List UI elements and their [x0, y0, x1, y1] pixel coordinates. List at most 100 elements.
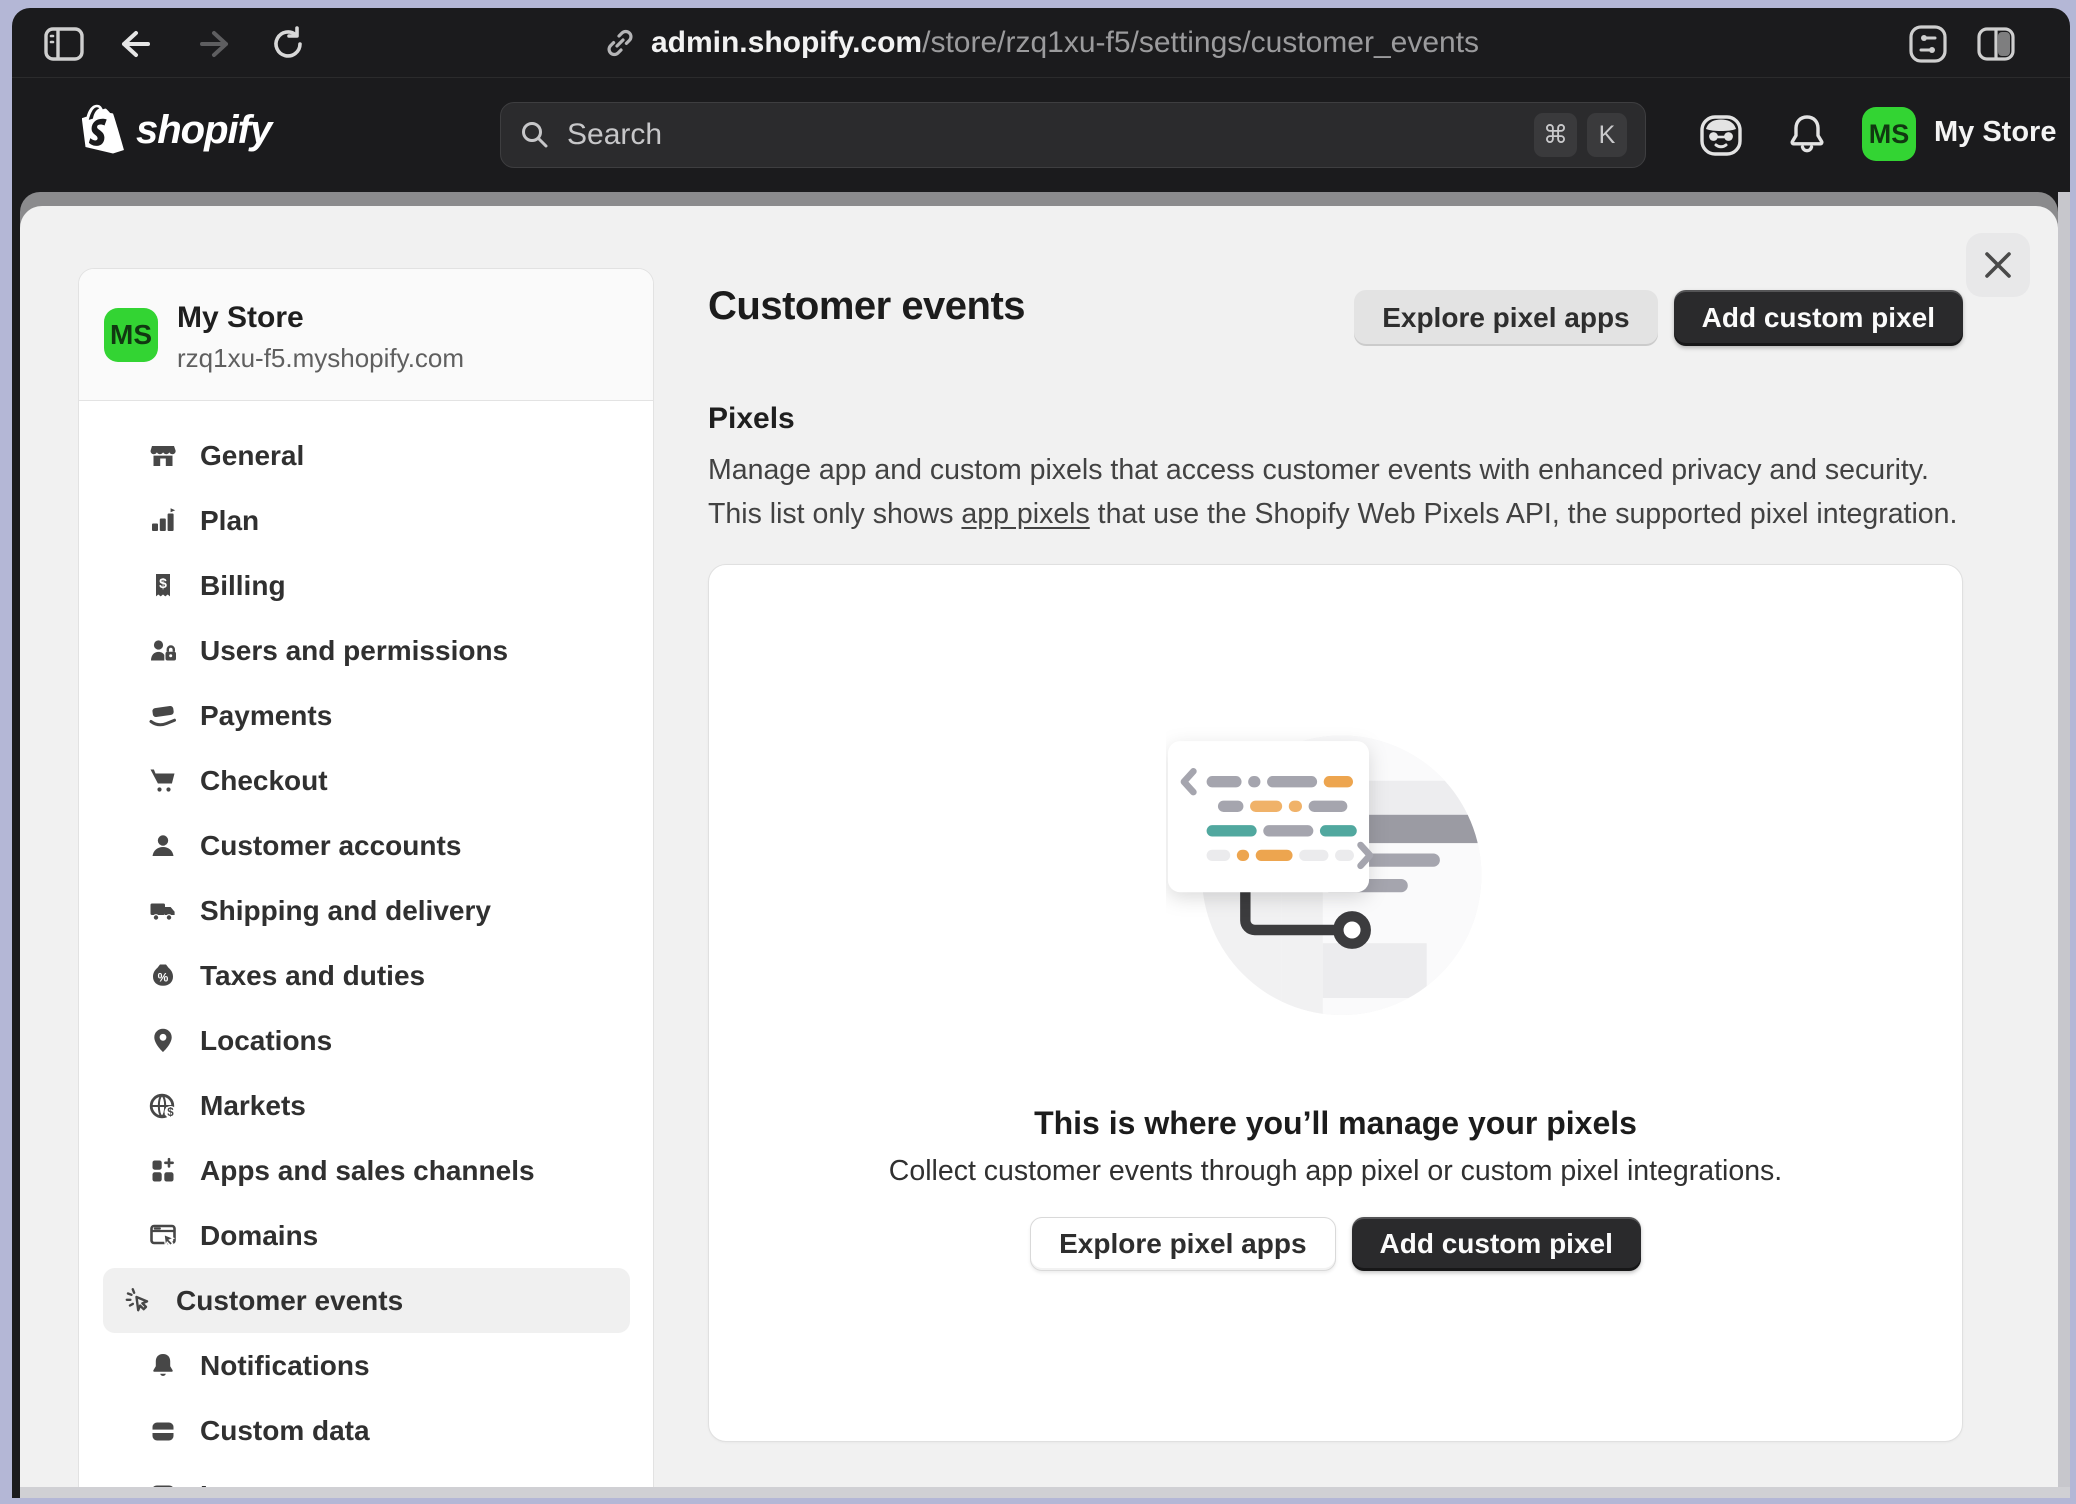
sidebar-item-customer-events[interactable]: Customer events — [103, 1268, 630, 1333]
sidebar-item-taxes-and-duties[interactable]: % Taxes and duties — [103, 943, 630, 1008]
empty-state-subtext: Collect customer events through app pixe… — [709, 1155, 1962, 1188]
browser-url-row: admin.shopify.com/store/rzq1xu-f5/settin… — [12, 8, 2070, 78]
customer-events-page: Customer events Explore pixel apps Add c… — [708, 206, 1963, 1498]
close-button[interactable] — [1966, 233, 2030, 297]
sidebar-item-label: Apps and sales channels — [200, 1155, 535, 1187]
explore-pixel-apps-button[interactable]: Explore pixel apps — [1354, 290, 1657, 346]
sidebar-item-label: General — [200, 440, 304, 472]
domain-window-icon — [148, 1221, 178, 1251]
empty-state-heading: This is where you’ll manage your pixels — [709, 1105, 1962, 1142]
bell-icon — [148, 1351, 178, 1381]
sidebar-item-label: Customer accounts — [200, 830, 461, 862]
admin-topbar: shopify Search ⌘ K MS My Store — [12, 78, 2070, 192]
sidebar-item-label: Taxes and duties — [200, 960, 425, 992]
sidebar-store-header[interactable]: MS My Store rzq1xu-f5.myshopify.com — [79, 269, 653, 401]
sidebar-item-checkout[interactable]: Checkout — [103, 748, 630, 813]
store-avatar[interactable]: MS — [1862, 107, 1916, 161]
cursor-click-icon — [124, 1286, 154, 1316]
sidebar-item-shipping-and-delivery[interactable]: Shipping and delivery — [103, 878, 630, 943]
settings-nav: General Plan $ Billing Users and permiss… — [79, 401, 653, 1498]
search-icon — [519, 119, 551, 151]
billing-icon: $ — [148, 571, 178, 601]
sidebar-item-label: Custom data — [200, 1415, 370, 1447]
sidebar-item-plan[interactable]: Plan — [103, 488, 630, 553]
sidebar-toggle-icon[interactable] — [42, 22, 86, 66]
sidebar-item-label: Checkout — [200, 765, 328, 797]
back-icon[interactable] — [112, 22, 156, 66]
search-input[interactable]: Search ⌘ K — [500, 102, 1646, 168]
map-pin-icon — [148, 1026, 178, 1056]
sidebar-item-label: Plan — [200, 505, 259, 537]
payments-icon — [148, 701, 178, 731]
globe-icon: $ — [148, 1091, 178, 1121]
sidebar-item-payments[interactable]: Payments — [103, 683, 630, 748]
shopify-logo: shopify — [82, 104, 271, 156]
store-icon — [148, 441, 178, 471]
sidebar-item-locations[interactable]: Locations — [103, 1008, 630, 1073]
sidebar-item-domains[interactable]: Domains — [103, 1203, 630, 1268]
url-host: admin.shopify.com — [651, 26, 922, 59]
svg-text:$: $ — [167, 1107, 174, 1119]
svg-text:$: $ — [159, 575, 167, 591]
shopify-bag-icon — [82, 104, 128, 156]
pixels-illustration — [1166, 723, 1506, 1035]
search-placeholder: Search — [567, 118, 1524, 152]
sidebar-item-label: Users and permissions — [200, 635, 508, 667]
sidebar-item-label: Locations — [200, 1025, 332, 1057]
data-box-icon — [148, 1416, 178, 1446]
settings-sidebar: MS My Store rzq1xu-f5.myshopify.com Gene… — [78, 268, 654, 1498]
sidebar-item-customer-accounts[interactable]: Customer accounts — [103, 813, 630, 878]
sidebar-item-label: Billing — [200, 570, 286, 602]
sidebar-store-avatar: MS — [104, 308, 158, 362]
topbar-store-name[interactable]: My Store — [1934, 116, 2056, 149]
address-bar[interactable]: admin.shopify.com/store/rzq1xu-f5/settin… — [603, 26, 1479, 60]
url-path: /store/rzq1xu-f5/settings/customer_event… — [922, 26, 1479, 59]
sidebar-item-notifications[interactable]: Notifications — [103, 1333, 630, 1398]
sidebar-item-label: Customer events — [176, 1285, 403, 1317]
svg-text:%: % — [158, 970, 169, 984]
browser-window: admin.shopify.com/store/rzq1xu-f5/settin… — [12, 8, 2070, 1498]
sidebar-item-billing[interactable]: $ Billing — [103, 553, 630, 618]
add-custom-pixel-button-empty-state[interactable]: Add custom pixel — [1352, 1217, 1641, 1271]
sidebar-item-label: Notifications — [200, 1350, 370, 1382]
sidebar-item-custom-data[interactable]: Custom data — [103, 1398, 630, 1463]
shopify-wordmark: shopify — [136, 108, 271, 153]
explore-pixel-apps-button-empty-state[interactable]: Explore pixel apps — [1030, 1217, 1335, 1271]
sidebar-item-label: Shipping and delivery — [200, 895, 491, 927]
reload-icon[interactable] — [266, 22, 310, 66]
users-icon — [148, 636, 178, 666]
sidebar-store-domain: rzq1xu-f5.myshopify.com — [177, 343, 464, 374]
app-pixels-link[interactable]: app pixels — [961, 498, 1089, 530]
person-icon — [148, 831, 178, 861]
plan-icon — [148, 506, 178, 536]
pixels-section-title: Pixels — [708, 402, 795, 436]
forward-icon[interactable] — [194, 22, 238, 66]
sidebar-store-name: My Store — [177, 301, 304, 335]
sidebar-item-general[interactable]: General — [103, 423, 630, 488]
split-view-icon[interactable] — [1974, 22, 2018, 66]
money-bag-icon: % — [148, 961, 178, 991]
sidebar-item-apps-and-sales-channels[interactable]: Apps and sales channels — [103, 1138, 630, 1203]
k-key-badge: K — [1587, 113, 1627, 157]
browser-extensions-icon[interactable] — [1906, 22, 1950, 66]
truck-icon — [148, 896, 178, 926]
sidebar-item-label: Domains — [200, 1220, 318, 1252]
sidekick-icon[interactable] — [1698, 112, 1744, 158]
close-icon — [1983, 250, 2013, 280]
sidebar-item-label: Payments — [200, 700, 332, 732]
settings-modal: MS My Store rzq1xu-f5.myshopify.com Gene… — [20, 206, 2058, 1498]
notifications-bell-icon[interactable] — [1784, 112, 1830, 158]
sidebar-item-markets[interactable]: $ Markets — [103, 1073, 630, 1138]
pixels-empty-state-card: This is where you’ll manage your pixels … — [708, 564, 1963, 1442]
sidebar-item-users-and-permissions[interactable]: Users and permissions — [103, 618, 630, 683]
cart-icon — [148, 766, 178, 796]
page-title: Customer events — [708, 284, 1025, 329]
cmd-key-badge: ⌘ — [1534, 113, 1577, 157]
apps-grid-icon — [148, 1156, 178, 1186]
sidebar-item-label: Markets — [200, 1090, 306, 1122]
scrollbar-gutter[interactable] — [2058, 192, 2070, 1498]
pixels-description: Manage app and custom pixels that access… — [708, 448, 1963, 536]
add-custom-pixel-button[interactable]: Add custom pixel — [1674, 290, 1963, 346]
window-bottom-bar — [20, 1487, 2070, 1498]
link-icon — [603, 26, 637, 60]
